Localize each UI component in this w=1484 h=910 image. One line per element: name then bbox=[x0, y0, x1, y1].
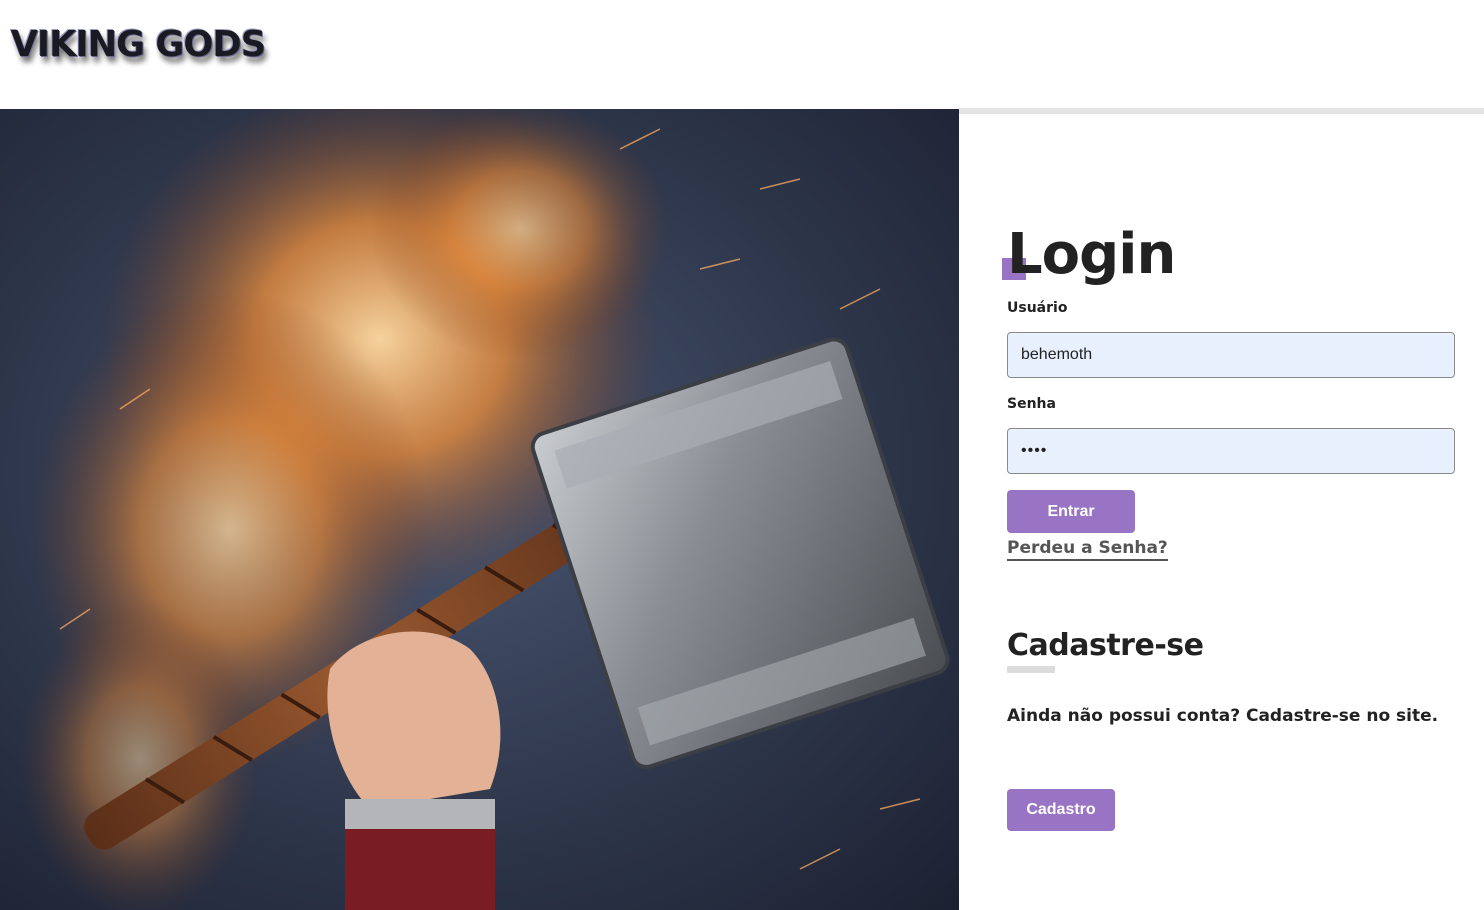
username-label: Usuário bbox=[1007, 300, 1068, 316]
site-header: VIKING GODS bbox=[0, 0, 1484, 108]
password-label: Senha bbox=[1007, 396, 1056, 412]
password-input[interactable] bbox=[1007, 428, 1455, 474]
hero-image bbox=[0, 109, 959, 910]
register-title: Cadastre-se bbox=[1007, 628, 1204, 663]
register-button[interactable]: Cadastro bbox=[1007, 789, 1115, 831]
username-input[interactable] bbox=[1007, 332, 1455, 378]
site-logo[interactable]: VIKING GODS bbox=[11, 24, 267, 65]
login-panel: Login Usuário Senha Entrar Perdeu a Senh… bbox=[959, 114, 1484, 910]
register-description: Ainda não possui conta? Cadastre-se no s… bbox=[1007, 706, 1439, 726]
login-title: Login bbox=[1007, 222, 1176, 287]
register-title-underline bbox=[1007, 666, 1055, 673]
forgot-password-link[interactable]: Perdeu a Senha? bbox=[1007, 538, 1168, 561]
login-button[interactable]: Entrar bbox=[1007, 490, 1135, 533]
thor-hammer-fire-image bbox=[0, 109, 959, 910]
